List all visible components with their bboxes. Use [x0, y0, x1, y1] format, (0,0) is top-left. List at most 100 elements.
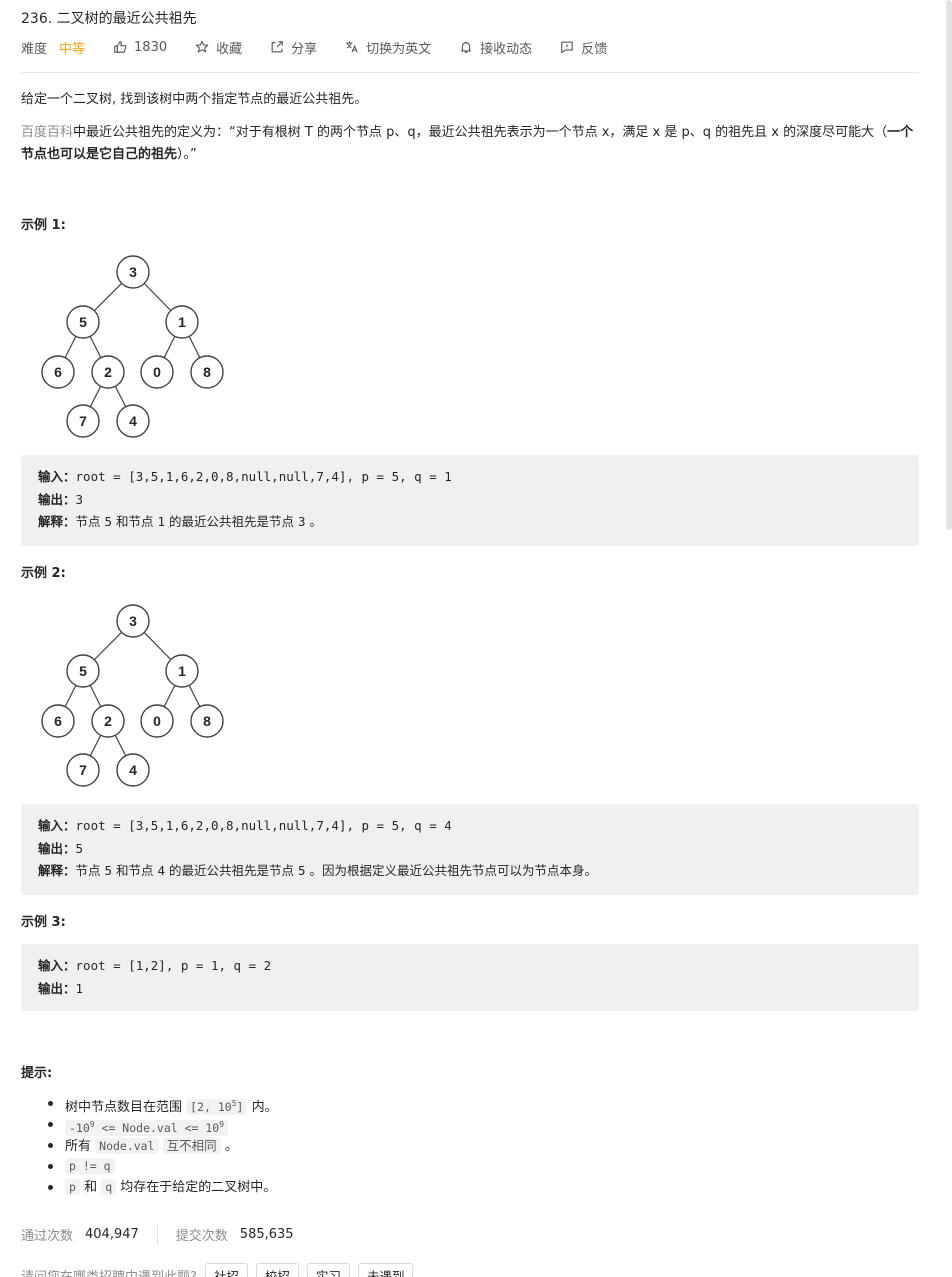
- hint-code: -109 <= Node.val <= 109: [65, 1119, 229, 1136]
- explanation-text: 的最近公共祖先是节点: [165, 514, 298, 529]
- option-not-encountered[interactable]: 未遇到: [357, 1263, 414, 1277]
- problem-title: 236. 二叉树的最近公共祖先: [21, 11, 197, 27]
- explanation-text: 。因为根据定义最近公共祖先节点可以为节点本身。: [305, 863, 597, 878]
- example-3-output-line: 输出：1: [38, 978, 902, 1001]
- explanation-text: 的最近公共祖先是节点: [165, 863, 298, 878]
- explanation-code: 5: [104, 863, 113, 878]
- example-1-tree-diagram: 3 5 1 6 2 0 8 7 4: [41, 255, 224, 438]
- hint-text: 均存在于给定的二叉树中。: [116, 1180, 277, 1195]
- feedback-icon: [561, 41, 574, 54]
- example-3-input-line: 输入：root = [1,2], p = 1, q = 2: [38, 955, 902, 978]
- tree-node-label: 4: [129, 762, 137, 778]
- tree-node-label: 5: [79, 663, 87, 679]
- tree-node-label: 2: [104, 364, 112, 380]
- hint-code-text: -10: [69, 1120, 90, 1135]
- tree-node-label: 3: [129, 613, 137, 629]
- option-internship[interactable]: 实习: [306, 1263, 350, 1277]
- like-button[interactable]: 1830: [113, 40, 167, 55]
- explanation-text: 节点: [75, 514, 105, 529]
- hints-list: 树中节点数目在范围 [2, 105] 内。 -10 9 <= Node.val <…: [45, 1093, 278, 1198]
- hint-code: q: [101, 1179, 117, 1195]
- example-1-heading: 示例 1:: [21, 218, 66, 233]
- hints-heading: 提示:: [21, 1066, 53, 1081]
- explanation-text: 节点: [75, 863, 105, 878]
- hint-code: p != q: [65, 1158, 115, 1174]
- accepted-count: 404,947: [85, 1226, 139, 1242]
- explanation-text: 和节点: [112, 514, 158, 529]
- hint-code-text: ]: [236, 1099, 244, 1114]
- input-label: 输入：: [38, 818, 76, 833]
- feedback-label: 反馈: [581, 41, 608, 57]
- explanation-label: 解释：: [38, 863, 76, 878]
- example-2-input-line: 输入：root = [3,5,1,6,2,0,8,null,null,7,4],…: [38, 815, 902, 838]
- translate-icon: [346, 41, 358, 53]
- explanation-label: 解释：: [38, 514, 76, 529]
- example-2-heading: 示例 2:: [21, 566, 66, 581]
- hint-code: 互不相同: [162, 1137, 221, 1154]
- output-label: 输出：: [38, 840, 76, 856]
- hint-item: p 和 q 均存在于给定的二叉树中。: [45, 1177, 278, 1198]
- tree-node-label: 3: [129, 264, 137, 280]
- bell-icon: [461, 42, 472, 53]
- output-label: 输出：: [38, 491, 76, 507]
- thumbs-up-icon: [114, 41, 127, 53]
- submission-stats: 通过次数 404,947 提交次数 585,635: [21, 1224, 294, 1244]
- favorite-button[interactable]: 收藏: [195, 38, 242, 57]
- input-label: 输入：: [38, 469, 76, 484]
- star-icon: [195, 40, 209, 53]
- example-2-tree-diagram: 3 5 1 6 2 0 8 7 4: [41, 604, 224, 787]
- hint-code: Node.val: [95, 1138, 159, 1154]
- baidu-baike-link[interactable]: 百度百科: [21, 125, 73, 140]
- output-value: 3: [75, 491, 84, 507]
- tree-node-label: 7: [79, 762, 87, 778]
- subscribe-label: 接收动态: [480, 41, 533, 57]
- example-2-output-line: 输出：5: [38, 838, 902, 861]
- option-social-recruitment[interactable]: 社招: [204, 1263, 248, 1277]
- problem-meta-bar: 难度 中等 1830 收藏 分享 切换为英文 接收动态 反馈: [21, 37, 635, 57]
- share-label: 分享: [291, 41, 318, 57]
- submitted-count: 585,635: [239, 1226, 294, 1242]
- explanation-text: 和节点: [112, 863, 158, 878]
- example-1-output-line: 输出：3: [38, 489, 902, 512]
- interview-source-prompt: 请问您在哪类招聘中遇到此题? 社招 校招 实习 未遇到: [21, 1263, 414, 1277]
- hint-code: p: [65, 1179, 80, 1195]
- favorite-label: 收藏: [216, 41, 243, 57]
- option-campus-recruitment[interactable]: 校招: [255, 1263, 299, 1277]
- explanation-code: 5: [297, 863, 306, 878]
- example-1-explanation-line: 解释：节点 5 和节点 1 的最近公共祖先是节点 3 。: [38, 511, 902, 534]
- hint-text: 和: [79, 1180, 102, 1195]
- explanation-code: 1: [157, 514, 166, 529]
- switch-language-label: 切换为英文: [366, 41, 432, 57]
- example-2-explanation-line: 解释：节点 5 和节点 4 的最近公共祖先是节点 5 。因为根据定义最近公共祖先…: [38, 860, 902, 883]
- definition-text-2: ）。”: [177, 147, 197, 162]
- hint-item: p != q: [45, 1156, 278, 1177]
- tree-node-label: 6: [54, 713, 62, 729]
- subscribe-button[interactable]: 接收动态: [459, 38, 532, 57]
- scrollbar-thumb[interactable]: [946, 0, 952, 530]
- description-definition: 百度百科中最近公共祖先的定义为：“对于有根树 T 的两个节点 p、q，最近公共祖…: [21, 122, 919, 166]
- share-button[interactable]: 分享: [270, 38, 317, 57]
- header-divider: [21, 72, 919, 73]
- tree-node-label: 6: [54, 364, 62, 380]
- difficulty: 难度 中等: [21, 38, 85, 57]
- feedback-button[interactable]: 反馈: [560, 38, 607, 57]
- output-label: 输出：: [38, 980, 76, 996]
- explanation-code: 4: [157, 863, 166, 878]
- difficulty-label: 难度: [21, 41, 48, 57]
- input-label: 输入：: [38, 958, 76, 973]
- accepted-label: 通过次数: [21, 1228, 74, 1244]
- example-2-code-block: 输入：root = [3,5,1,6,2,0,8,null,null,7,4],…: [21, 804, 919, 895]
- example-3-code-block: 输入：root = [1,2], p = 1, q = 2 输出：1: [21, 944, 919, 1011]
- tree-node-label: 0: [153, 364, 161, 380]
- output-value: 5: [75, 840, 84, 856]
- hint-superscript: 9: [219, 1120, 225, 1129]
- hint-item: 所有 Node.val 互不相同 。: [45, 1135, 278, 1156]
- output-value: 1: [75, 980, 84, 996]
- hint-code-text: <= Node.val <= 10: [94, 1120, 220, 1135]
- hint-text: 所有: [65, 1139, 96, 1154]
- hint-text: 。: [220, 1139, 238, 1154]
- tree-node-label: 1: [178, 314, 186, 330]
- explanation-code: 3: [297, 514, 306, 529]
- switch-language-button[interactable]: 切换为英文: [345, 38, 431, 57]
- tree-node-label: 5: [79, 314, 87, 330]
